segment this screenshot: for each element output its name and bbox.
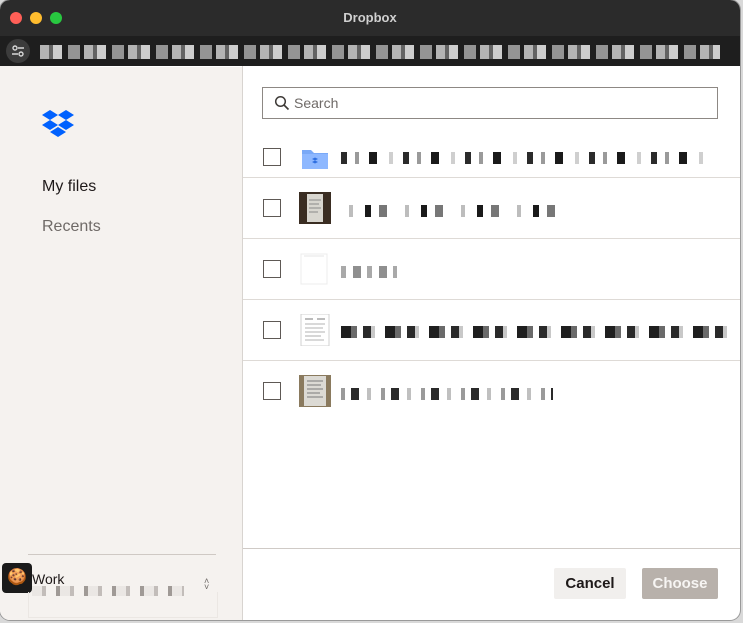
file-row[interactable] [243,178,740,239]
row-checkbox[interactable] [263,148,281,166]
cookie-icon[interactable]: 🍪 [2,563,32,593]
sidebar: My files Recents 🍪 Work ˄ ˅ [0,66,242,620]
footer-divider [243,548,740,549]
account-name[interactable]: Work [32,571,64,587]
search-box[interactable] [262,87,718,119]
file-row[interactable] [243,239,740,300]
receipt-photo-thumbnail [299,192,331,224]
row-checkbox[interactable] [263,382,281,400]
file-name-redacted [341,152,709,164]
document-page-thumbnail [300,314,330,346]
address-bar [0,36,740,66]
sidebar-item-recents[interactable]: Recents [42,218,101,236]
account-switcher[interactable] [28,592,218,618]
chevron-up-down-icon[interactable]: ˄ ˅ [204,577,209,592]
receipt-photo-thumbnail [299,375,331,407]
dropbox-logo-icon [42,110,74,137]
site-settings-button[interactable] [6,39,30,63]
account-divider [28,554,216,555]
cancel-button[interactable]: Cancel [554,568,626,599]
search-icon [274,95,290,111]
blank-document-thumbnail [300,253,328,285]
file-row[interactable] [243,300,740,361]
title-bar: Dropbox [0,0,740,36]
sidebar-item-my-files[interactable]: My files [42,178,96,196]
window-title: Dropbox [343,10,397,25]
row-checkbox[interactable] [263,260,281,278]
file-row[interactable] [243,361,740,422]
file-name-redacted [341,326,729,338]
file-name-redacted [341,266,397,278]
sidebar-top-rule [40,66,242,67]
file-name-redacted [341,388,553,400]
dropbox-folder-icon [302,150,328,169]
file-name-redacted [341,205,573,217]
sliders-icon [12,45,24,57]
row-checkbox[interactable] [263,199,281,217]
row-checkbox[interactable] [263,321,281,339]
dropbox-chooser-window: Dropbox My files Recents 🍪 Work ˄ ˅ Sear… [0,0,740,620]
search-input[interactable] [294,88,704,118]
url-text-redacted[interactable] [40,45,720,59]
choose-button[interactable]: Choose [642,568,718,599]
